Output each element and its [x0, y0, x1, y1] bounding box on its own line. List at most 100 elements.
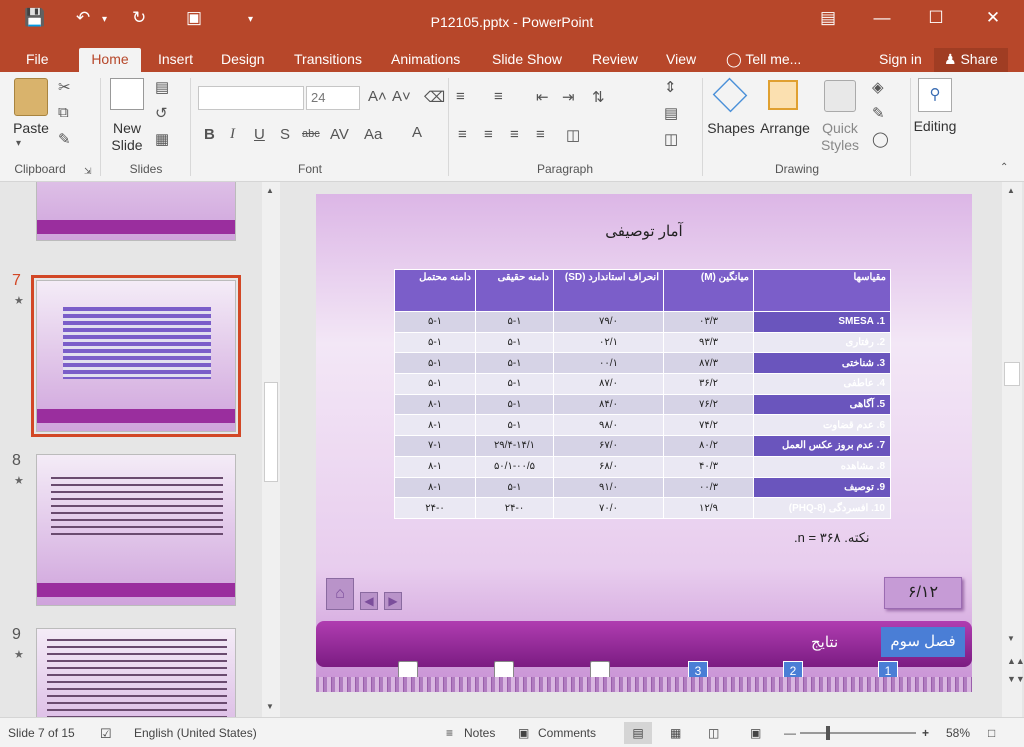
layout-icon[interactable]: ▤ — [155, 78, 169, 96]
editing-button[interactable]: Editing — [908, 118, 962, 135]
clipboard-launcher-icon[interactable]: ⇲ — [84, 166, 92, 177]
tab-slideshow[interactable]: Slide Show — [482, 48, 572, 72]
tab-file[interactable]: File — [16, 48, 59, 72]
notes-button[interactable]: Notes — [464, 726, 495, 740]
clear-formatting-icon[interactable]: ⌫ — [424, 88, 445, 106]
minimize-icon[interactable]: — — [859, 8, 905, 28]
prev-nav-icon[interactable]: ◀ — [360, 592, 378, 610]
shape-fill-icon[interactable]: ◈ — [872, 78, 884, 96]
justify-icon[interactable]: ≡ — [536, 126, 545, 143]
shape-outline-icon[interactable]: ✎ — [872, 104, 885, 122]
tab-home[interactable]: Home — [79, 48, 141, 72]
shrink-font-icon[interactable]: A˅ — [392, 88, 411, 105]
font-size-field[interactable]: 24 — [306, 86, 360, 110]
collapse-ribbon-icon[interactable]: ⌃ — [1000, 162, 1008, 173]
reset-icon[interactable]: ↺ — [155, 104, 168, 122]
text-direction-icon[interactable]: ⇕ — [664, 78, 677, 96]
sign-in-link[interactable]: Sign in — [869, 48, 932, 72]
close-icon[interactable]: ✕ — [970, 8, 1016, 28]
line-spacing-icon[interactable]: ⇅ — [592, 88, 605, 106]
next-slide-icon[interactable]: ▼▼ — [1007, 674, 1024, 684]
slide-thumbnail-9[interactable] — [36, 628, 236, 717]
cut-icon[interactable]: ✂ — [58, 78, 71, 96]
scroll-up-icon[interactable]: ▲ — [266, 186, 274, 195]
align-right-icon[interactable]: ≡ — [510, 126, 519, 143]
ribbon-display-icon[interactable]: ▤ — [805, 8, 851, 28]
copy-icon[interactable]: ⧉ — [58, 104, 69, 121]
tab-design[interactable]: Design — [211, 48, 275, 72]
tab-animations[interactable]: Animations — [381, 48, 470, 72]
next-nav-icon[interactable]: ▶ — [384, 592, 402, 610]
notes-icon[interactable]: ≡ — [446, 726, 453, 740]
scroll-thumb[interactable] — [264, 382, 278, 482]
chapter-label[interactable]: فصل سوم — [881, 627, 965, 657]
tab-insert[interactable]: Insert — [148, 48, 203, 72]
zoom-in-icon[interactable]: + — [922, 726, 929, 740]
shadow-icon[interactable]: S — [280, 126, 290, 143]
shapes-icon[interactable] — [712, 77, 748, 113]
home-nav-icon[interactable]: ⌂ — [326, 578, 354, 610]
quick-styles-icon[interactable] — [824, 80, 856, 112]
increase-indent-icon[interactable]: ⇥ — [562, 88, 575, 106]
change-case-icon[interactable]: Aa — [364, 126, 382, 143]
thumbnail-scrollbar[interactable]: ▲ ▼ — [262, 182, 280, 717]
paste-icon[interactable] — [14, 78, 48, 116]
arrange-button[interactable]: Arrange — [758, 120, 812, 137]
spellcheck-icon[interactable]: ☑ — [100, 726, 112, 742]
normal-view-icon[interactable]: ▤ — [624, 722, 652, 744]
share-button[interactable]: ♟ Share — [934, 48, 1008, 72]
zoom-level[interactable]: 58% — [946, 726, 970, 740]
bold-icon[interactable]: B — [204, 126, 215, 143]
format-painter-icon[interactable]: ✎ — [58, 130, 71, 148]
fit-slide-icon[interactable]: □ — [988, 726, 995, 740]
slide-canvas[interactable]: آمار توصیفی مقیاسها میانگین (M) انحراف ا… — [316, 194, 972, 692]
tab-view[interactable]: View — [656, 48, 706, 72]
quick-styles-button[interactable]: Quick Styles — [816, 120, 864, 154]
columns-icon[interactable]: ◫ — [566, 126, 580, 144]
decrease-indent-icon[interactable]: ⇤ — [536, 88, 549, 106]
shapes-button[interactable]: Shapes — [706, 120, 756, 137]
maximize-icon[interactable]: ☐ — [913, 8, 959, 28]
shape-effects-icon[interactable]: ◯ — [872, 130, 889, 148]
tab-review[interactable]: Review — [582, 48, 648, 72]
grow-font-icon[interactable]: A˄ — [368, 88, 387, 105]
slideshow-view-icon[interactable]: ▣ — [750, 726, 761, 740]
scroll-thumb[interactable] — [1004, 362, 1020, 386]
underline-icon[interactable]: U — [254, 126, 265, 143]
smartart-icon[interactable]: ◫ — [664, 130, 678, 148]
new-slide-icon[interactable] — [110, 78, 144, 110]
tell-me-box[interactable]: ◯ Tell me... — [716, 48, 811, 72]
scroll-down-icon[interactable]: ▼ — [266, 702, 274, 711]
arrange-icon[interactable] — [768, 80, 798, 110]
zoom-slider-thumb[interactable] — [826, 726, 830, 740]
tab-transitions[interactable]: Transitions — [284, 48, 372, 72]
strikethrough-icon[interactable]: abc — [302, 128, 320, 140]
zoom-out-icon[interactable]: — — [784, 726, 796, 740]
paste-dropdown-icon[interactable]: ▾ — [16, 138, 21, 149]
previous-slide-icon[interactable]: ▲▲ — [1007, 656, 1024, 666]
comments-icon[interactable]: ▣ — [518, 726, 529, 740]
scroll-down-icon[interactable]: ▼ — [1007, 634, 1015, 643]
section-icon[interactable]: ▦ — [155, 130, 169, 148]
reading-view-icon[interactable]: ◫ — [708, 726, 719, 740]
italic-icon[interactable]: I — [230, 126, 235, 143]
new-slide-button[interactable]: New Slide — [102, 120, 152, 154]
scroll-up-icon[interactable]: ▲ — [1007, 186, 1015, 195]
zoom-slider[interactable] — [800, 732, 916, 734]
editor-scrollbar[interactable]: ▲ ▼ ▲▲ ▼▼ — [1002, 182, 1024, 717]
search-icon[interactable]: ⚲ — [918, 78, 952, 112]
slide-sorter-icon[interactable]: ▦ — [670, 726, 681, 740]
language-indicator[interactable]: English (United States) — [134, 726, 257, 740]
paste-button[interactable]: Paste — [6, 120, 56, 137]
numbering-icon[interactable]: ≡ — [494, 88, 503, 105]
comments-button[interactable]: Comments — [538, 726, 596, 740]
align-center-icon[interactable]: ≡ — [484, 126, 493, 143]
slide-thumbnail-8[interactable] — [36, 454, 236, 606]
bullets-icon[interactable]: ≡ — [456, 88, 465, 105]
font-color-icon[interactable]: A — [412, 124, 422, 141]
slide-thumbnail-6[interactable] — [36, 182, 236, 241]
font-name-field[interactable] — [198, 86, 304, 110]
slide-thumbnail-7[interactable] — [31, 275, 241, 437]
char-spacing-icon[interactable]: AV — [330, 126, 349, 143]
align-left-icon[interactable]: ≡ — [458, 126, 467, 143]
